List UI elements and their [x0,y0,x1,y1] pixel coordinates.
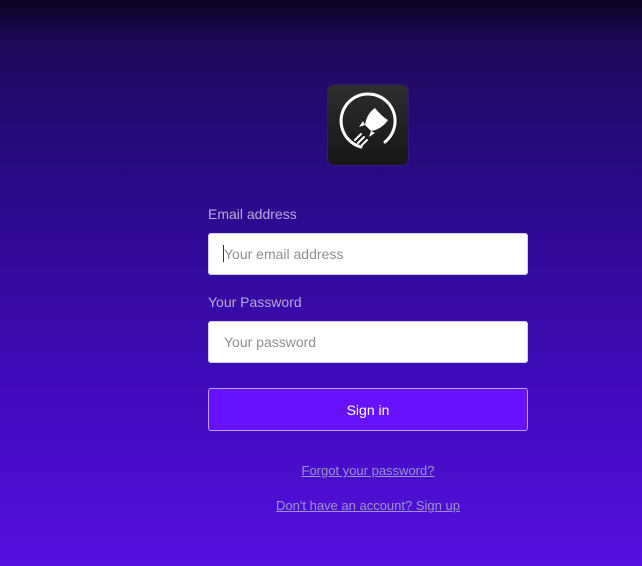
sign-in-button[interactable]: Sign in [208,388,528,431]
text-cursor [223,245,224,262]
sign-up-link[interactable]: Don't have an account? Sign up [208,498,528,513]
login-page: { "logo": { "icon": "rocket-icon" }, "fo… [0,0,642,566]
password-label: Your Password [208,294,302,310]
app-logo [328,85,408,165]
forgot-password-link[interactable]: Forgot your password? [208,463,528,478]
password-input[interactable] [208,321,528,363]
rocket-icon [339,92,397,149]
email-input[interactable] [208,233,528,275]
email-label: Email address [208,206,297,222]
